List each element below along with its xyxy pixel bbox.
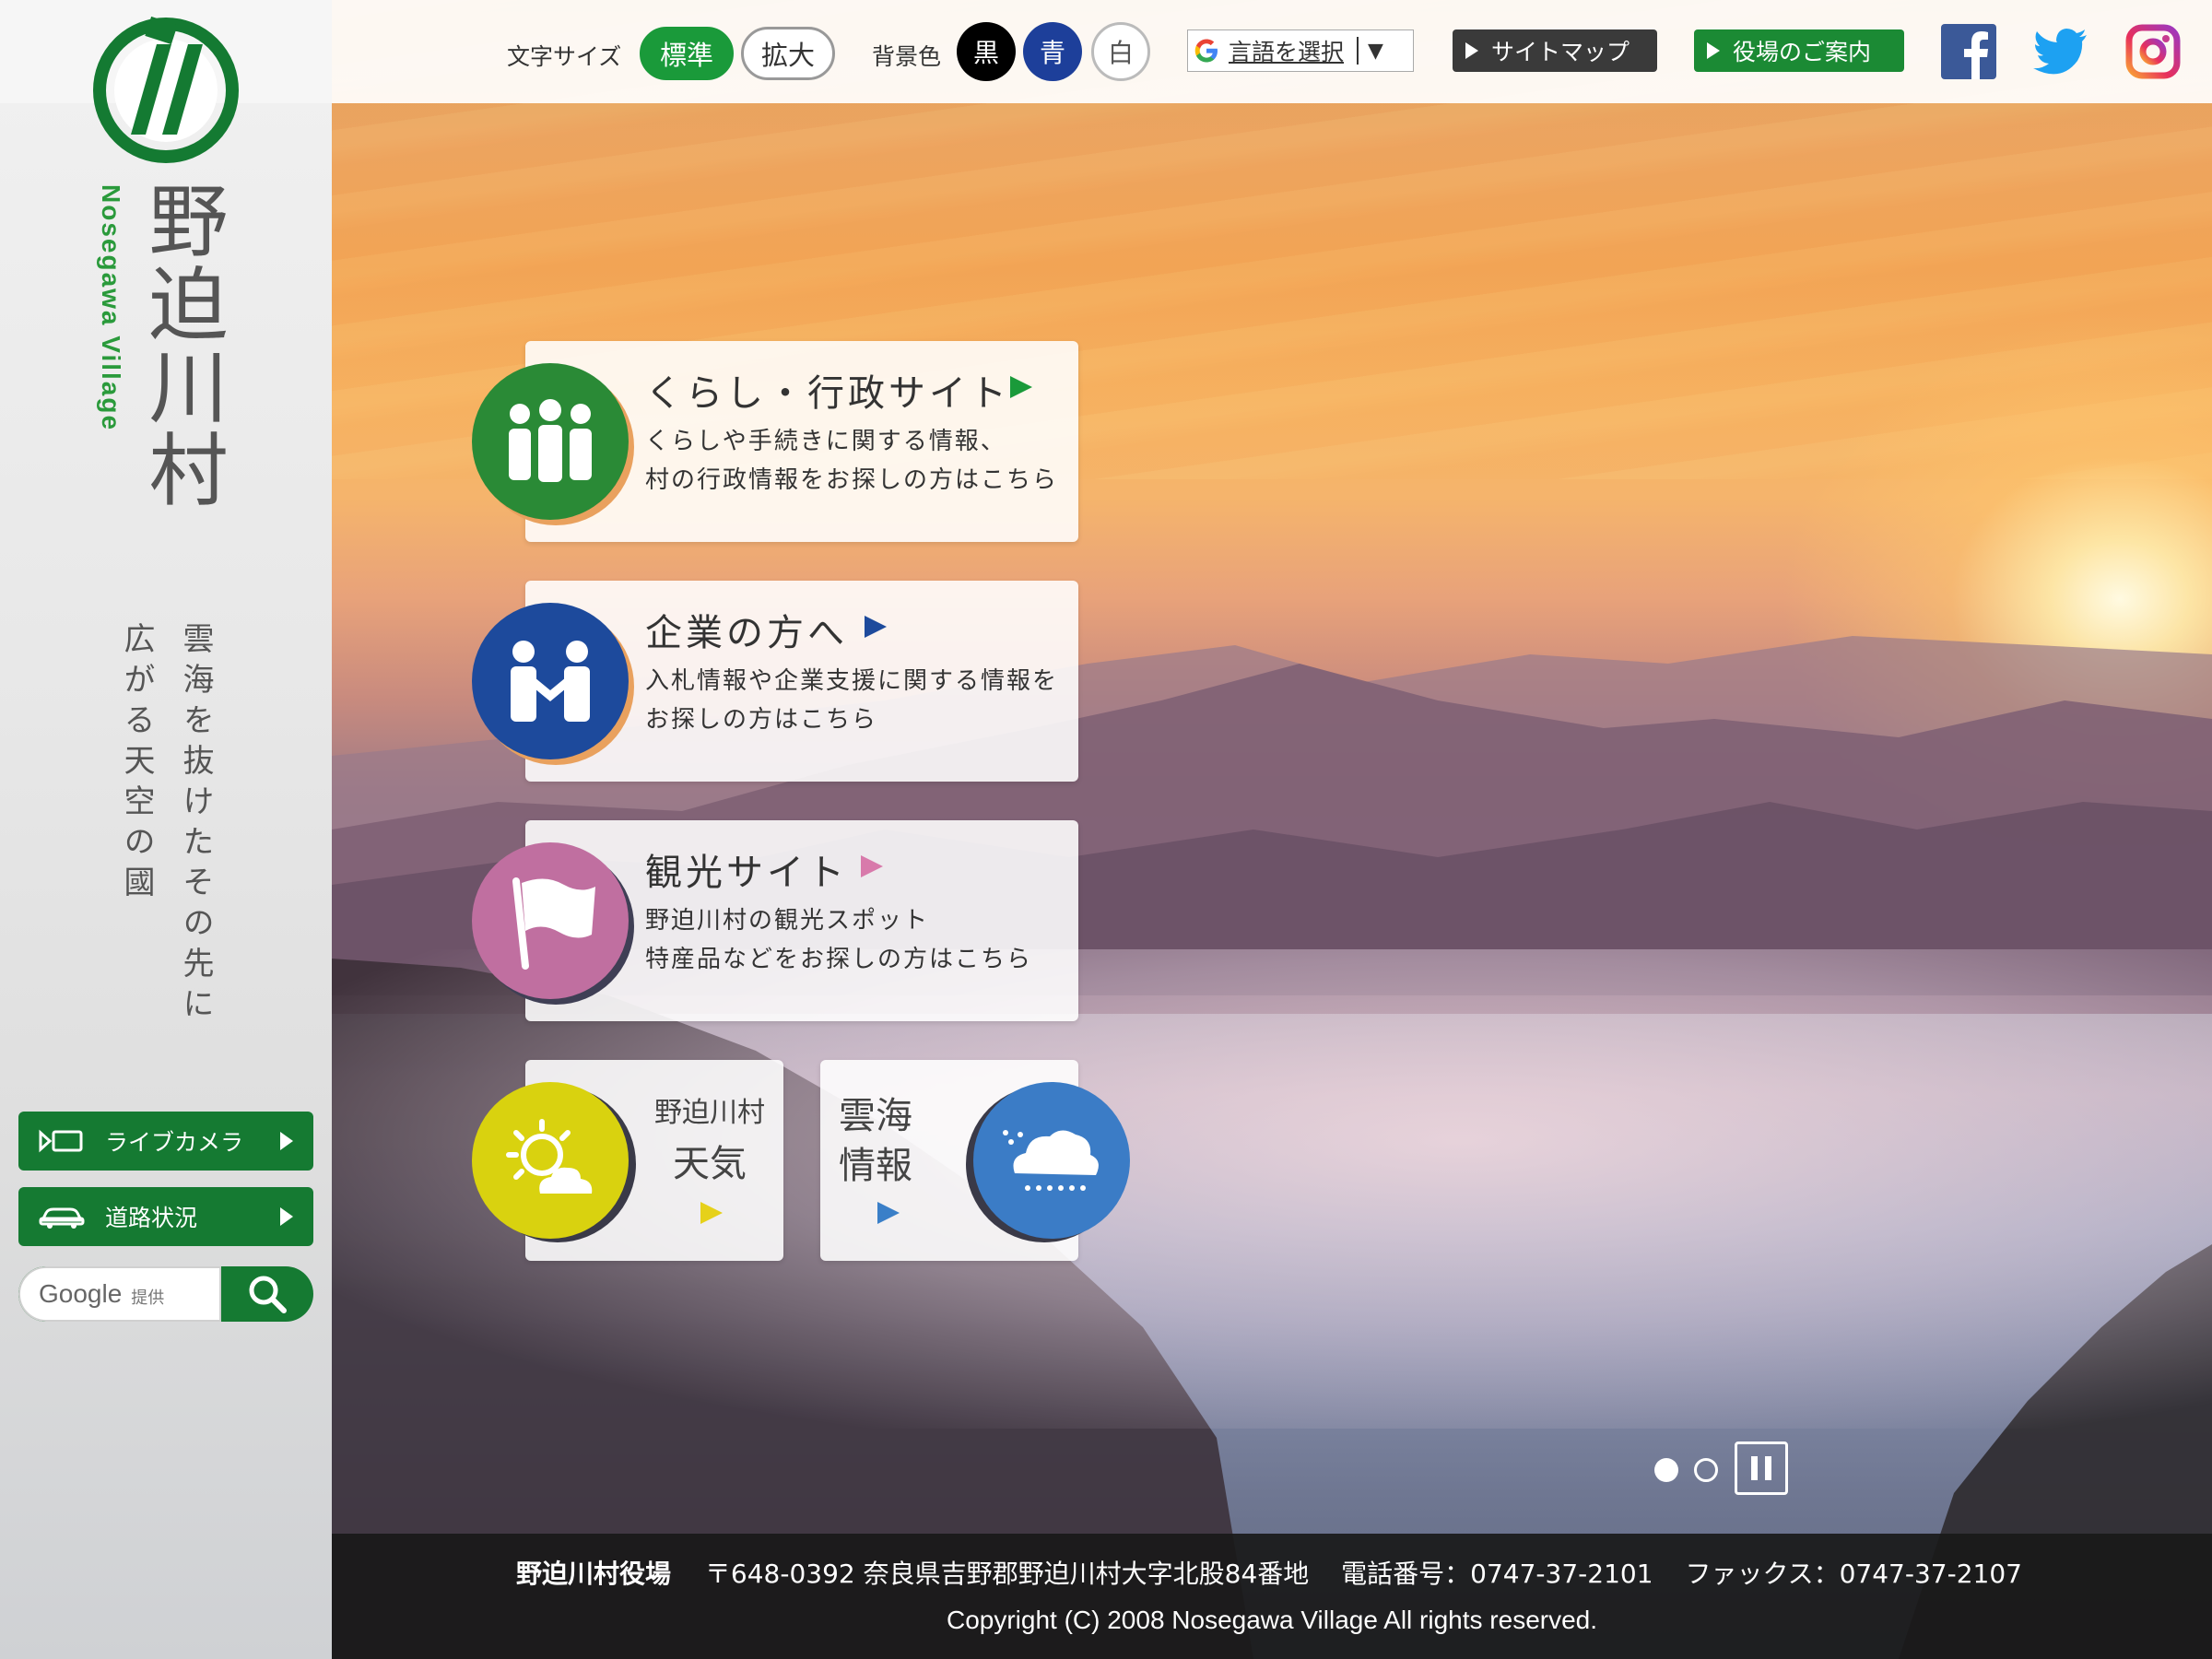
weather-line2: 天気 [673, 1143, 747, 1185]
live-camera-label: ライブカメラ [105, 1129, 244, 1156]
card-title: 企業の方へ [645, 612, 848, 654]
cloud-snow-icon [973, 1082, 1130, 1239]
chevron-right-icon [280, 1207, 293, 1226]
card-desc-line1: くらしや手続きに関する情報、 [645, 428, 1006, 455]
provided-by-label: 提供 [131, 1288, 165, 1308]
bg-white-button[interactable]: 白 [1091, 22, 1150, 81]
instagram-icon[interactable] [2124, 22, 2183, 81]
road-conditions-label: 道路状況 [105, 1205, 198, 1231]
card-desc-line1: 入札情報や企業支援に関する情報を [645, 667, 1059, 695]
font-size-label: 文字サイズ [507, 43, 622, 70]
road-conditions-button[interactable]: 道路状況 [18, 1187, 313, 1246]
office-fax: ファックス：0747-37-2107 [1685, 1559, 2022, 1589]
pause-icon [1751, 1456, 1758, 1480]
copyright: Copyright (C) 2008 Nosegawa Village All … [946, 1606, 1598, 1634]
office-phone: 電話番号：0747-37-2101 [1341, 1559, 1653, 1589]
arrow-right-icon [877, 1202, 900, 1224]
office-address: 〒648-0392 奈良県吉野郡野迫川村大字北股84番地 [704, 1559, 1310, 1589]
footer: 野迫川村役場 〒648-0392 奈良県吉野郡野迫川村大字北股84番地 電話番号… [332, 1534, 2212, 1659]
card-desc-line2: 村の行政情報をお探しの方はこちら [645, 466, 1059, 494]
pause-button[interactable] [1735, 1441, 1788, 1495]
arrow-right-icon [865, 616, 887, 638]
twitter-icon[interactable] [2031, 22, 2090, 81]
car-icon [39, 1204, 85, 1230]
handshake-icon [472, 603, 629, 759]
people-icon [472, 363, 629, 520]
play-arrow-icon [1707, 42, 1720, 59]
search-icon [249, 1276, 287, 1313]
tagline-line1: 雲海を抜けたその先に [177, 622, 214, 1028]
sitemap-label: サイトマップ [1491, 39, 1630, 65]
office-name: 野迫川村役場 [516, 1559, 672, 1589]
video-camera-icon [39, 1129, 85, 1153]
search-button[interactable] [221, 1266, 313, 1322]
live-camera-button[interactable]: ライブカメラ [18, 1112, 313, 1171]
card-desc-line2: お探しの方はこちら [645, 706, 878, 734]
village-logo[interactable] [92, 17, 240, 164]
office-guide-label: 役場のご案内 [1733, 39, 1872, 65]
background-color-label: 背景色 [872, 43, 942, 70]
facebook-icon[interactable] [1939, 22, 1998, 81]
flag-icon [472, 842, 629, 999]
bg-black-button[interactable]: 黒 [957, 22, 1016, 81]
slide-indicator-1[interactable] [1654, 1458, 1678, 1482]
play-arrow-icon [1465, 42, 1478, 59]
footer-contact: 野迫川村役場 〒648-0392 奈良県吉野郡野迫川村大字北股84番地 電話番号… [516, 1554, 2022, 1591]
sidebar: 野迫川村 Nosegawa Village 雲海を抜けたその先に 広がる天空の國… [0, 0, 332, 1659]
bg-blue-button[interactable]: 青 [1023, 22, 1082, 81]
weather-line1: 野迫川村 [654, 1097, 765, 1129]
sun-cloud-icon [472, 1082, 629, 1239]
arrow-right-icon [1010, 376, 1032, 398]
language-select-label: 言語を選択 [1229, 39, 1345, 65]
chevron-right-icon [280, 1132, 293, 1150]
office-guide-button[interactable]: 役場のご案内 [1694, 29, 1904, 72]
sitemap-button[interactable]: サイトマップ [1453, 29, 1657, 72]
card-desc-line2: 特産品などをお探しの方はこちら [645, 946, 1033, 973]
slide-indicator-2[interactable] [1694, 1458, 1718, 1482]
tagline-line2: 広がる天空の國 [118, 622, 155, 906]
village-name-japanese: 野迫川村 [135, 180, 227, 512]
card-title: 観光サイト [645, 852, 848, 894]
google-g-icon [1188, 37, 1225, 65]
cloudsea-line2: 情報 [839, 1145, 912, 1187]
font-size-large-button[interactable]: 拡大 [741, 27, 835, 80]
search-input[interactable]: Google 提供 [18, 1266, 221, 1322]
font-size-standard-button[interactable]: 標準 [640, 27, 734, 80]
dropdown-arrow-icon: ▼ [1368, 39, 1383, 63]
village-name-english: Nosegawa Village [97, 184, 125, 432]
card-title: くらし・行政サイト [645, 372, 1010, 415]
language-select[interactable]: 言語を選択 ▼ [1187, 29, 1414, 72]
card-desc-line1: 野迫川村の観光スポット [645, 907, 930, 935]
arrow-right-icon [861, 855, 883, 877]
cloudsea-line1: 雲海 [839, 1095, 912, 1137]
google-brand: Google [39, 1279, 123, 1308]
site-search: Google 提供 [18, 1266, 313, 1322]
arrow-right-icon [700, 1202, 723, 1224]
